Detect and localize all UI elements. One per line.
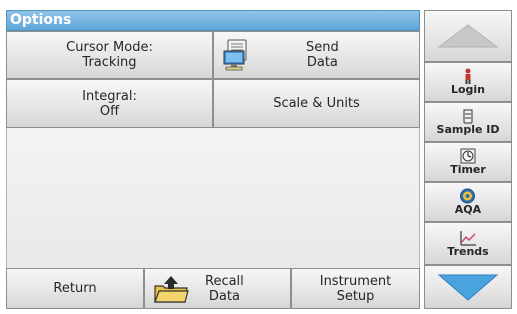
down-arrow-icon [437, 274, 499, 301]
cursor-mode-label: Cursor Mode: [66, 40, 153, 55]
timer-icon [460, 148, 476, 164]
sidebar-item-label: Trends [447, 244, 489, 258]
instrument-setup-button[interactable]: Instrument Setup [291, 268, 420, 309]
content-area [6, 128, 420, 268]
send-data-button[interactable]: Send Data [213, 31, 420, 79]
computer-icon [223, 39, 247, 71]
page-title: Options [10, 12, 72, 28]
sidebar-item-aqa[interactable]: AQA [424, 182, 512, 222]
beaker-icon [463, 109, 473, 123]
sidebar-item-label: Login [450, 83, 486, 96]
cursor-mode-button[interactable]: Cursor Mode: Tracking [6, 31, 213, 79]
recall-data-line2: Data [208, 289, 240, 304]
send-data-line1: Send [306, 40, 339, 55]
sidebar-item-sample-id[interactable]: Sample ID [424, 102, 512, 142]
person-icon [465, 68, 471, 84]
recall-data-button[interactable]: Recall Data [144, 268, 291, 309]
scale-units-label: Scale & Units [273, 96, 360, 111]
sidebar-item-label: AQA [454, 203, 482, 216]
integral-label: Integral: [82, 88, 137, 104]
cursor-mode-value: Tracking [82, 55, 137, 70]
sidebar-item-label: Sample ID [436, 122, 500, 136]
integral-value: Off [99, 103, 120, 119]
sidebar: Login Sample ID Timer AQA Trends [424, 10, 512, 309]
folder-upload-icon [154, 276, 189, 303]
trend-chart-icon [460, 230, 476, 246]
recall-data-line1: Recall [205, 274, 244, 289]
scale-units-button[interactable]: Scale & Units [213, 79, 420, 128]
sidebar-item-timer[interactable]: Timer [424, 142, 512, 182]
return-label: Return [53, 281, 97, 296]
sidebar-item-label: Timer [450, 163, 486, 176]
integral-button[interactable]: Integral: Off [6, 79, 213, 128]
aqa-icon [460, 188, 476, 204]
scroll-up-button[interactable] [424, 10, 512, 62]
scroll-down-button[interactable] [424, 265, 512, 309]
return-button[interactable]: Return [6, 268, 144, 309]
sidebar-item-trends[interactable]: Trends [424, 222, 512, 265]
instrument-setup-line2: Setup [336, 288, 375, 304]
title-bar: Options [6, 10, 420, 31]
instrument-setup-line1: Instrument [319, 273, 392, 289]
up-arrow-icon [437, 24, 499, 48]
screen: Options Cursor Mode: Tracking Send Data … [0, 0, 517, 314]
sidebar-item-login[interactable]: Login [424, 62, 512, 102]
send-data-line2: Data [306, 55, 338, 70]
